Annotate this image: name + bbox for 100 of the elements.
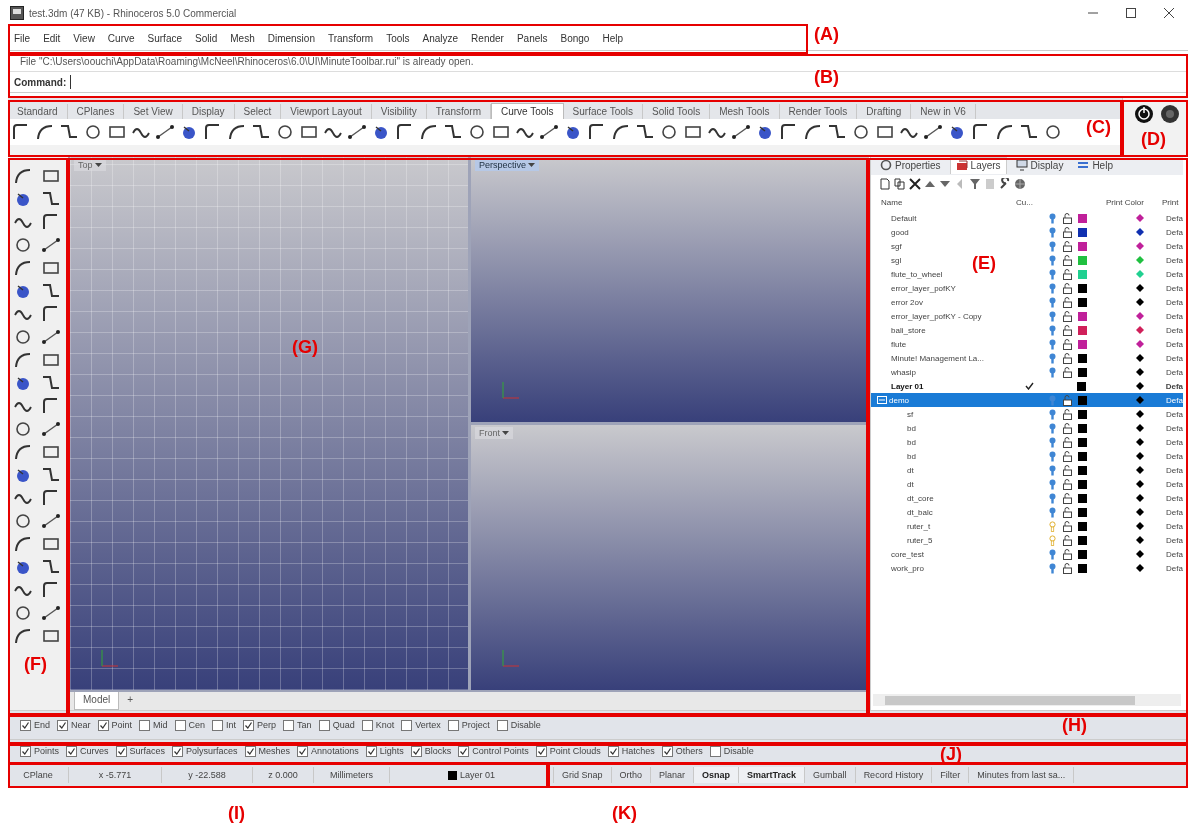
checkbox[interactable]: Disable xyxy=(496,719,541,731)
color-swatch[interactable] xyxy=(1077,367,1087,377)
menu-item[interactable]: Transform xyxy=(327,32,374,44)
color-swatch[interactable] xyxy=(1077,213,1087,223)
status-button[interactable]: Minutes from last sa... xyxy=(969,767,1075,783)
layer-name[interactable]: Minute! Management La... xyxy=(891,353,984,363)
layer-name[interactable]: bd xyxy=(907,451,916,461)
layer-name[interactable]: bd xyxy=(907,437,916,447)
lightbulb-icon[interactable] xyxy=(1048,282,1056,294)
status-button[interactable]: Ortho xyxy=(611,767,652,783)
checkbox[interactable]: Mid xyxy=(139,719,168,731)
selected-layer-row[interactable]: demo Defa xyxy=(871,393,1183,407)
padlock-icon[interactable] xyxy=(1062,296,1072,308)
padlock-icon[interactable] xyxy=(1062,450,1072,462)
padlock-icon[interactable] xyxy=(1062,394,1072,406)
menu-item[interactable]: Render xyxy=(471,32,504,44)
layer-name[interactable]: sgl xyxy=(891,255,902,265)
menu-item[interactable]: Edit xyxy=(43,32,61,44)
lightbulb-icon[interactable] xyxy=(1048,562,1056,574)
layer-name[interactable]: error 2ov xyxy=(891,297,923,307)
color-swatch[interactable] xyxy=(1077,381,1087,391)
viewport-title[interactable]: Front xyxy=(475,427,513,439)
padlock-icon[interactable] xyxy=(1062,436,1072,448)
padlock-icon[interactable] xyxy=(1062,464,1072,476)
padlock-icon[interactable] xyxy=(1062,422,1072,434)
menu-item[interactable]: Panels xyxy=(516,32,548,44)
globe-icon[interactable] xyxy=(1014,178,1026,190)
color-swatch[interactable] xyxy=(1077,507,1087,517)
column-header[interactable]: Print xyxy=(1162,197,1179,207)
color-swatch[interactable] xyxy=(1077,451,1087,461)
checkbox[interactable]: Surfaces xyxy=(115,745,166,757)
status-button[interactable]: Grid Snap xyxy=(554,767,612,783)
viewport[interactable]: Front xyxy=(471,425,869,690)
menu-item[interactable]: View xyxy=(73,32,95,44)
layer-name[interactable]: whasip xyxy=(891,367,916,377)
menu-item[interactable]: Mesh xyxy=(230,32,255,44)
model-tab[interactable]: Model xyxy=(74,692,120,710)
menu-item[interactable]: Curve xyxy=(107,32,135,44)
close-icon[interactable] xyxy=(1164,8,1174,18)
color-swatch[interactable] xyxy=(1077,437,1087,447)
copy-icon[interactable] xyxy=(894,178,906,190)
layer-name[interactable]: error_layer_pofKY - Copy xyxy=(891,311,982,321)
checkbox[interactable]: Project xyxy=(447,719,490,731)
lightbulb-icon[interactable] xyxy=(1048,310,1056,322)
color-swatch[interactable] xyxy=(1077,325,1087,335)
layer-name[interactable]: bali_store xyxy=(891,325,926,335)
lightbulb-icon[interactable] xyxy=(1048,548,1056,560)
padlock-icon[interactable] xyxy=(1062,282,1072,294)
padlock-icon[interactable] xyxy=(1062,366,1072,378)
layer-name[interactable]: work_pro xyxy=(891,563,924,573)
padlock-icon[interactable] xyxy=(1062,226,1072,238)
checkbox[interactable]: Point xyxy=(97,719,133,731)
lightbulb-icon[interactable] xyxy=(1048,506,1056,518)
panel-tab[interactable]: Help xyxy=(1072,157,1118,173)
layer-name[interactable]: dt xyxy=(907,465,914,475)
layer-name[interactable]: dt xyxy=(907,479,914,489)
lightbulb-icon[interactable] xyxy=(1048,352,1056,364)
checkbox[interactable]: End xyxy=(20,719,50,731)
padlock-icon[interactable] xyxy=(1062,562,1072,574)
horizontal-scrollbar[interactable] xyxy=(873,694,1181,706)
viewport[interactable]: Perspective xyxy=(471,157,869,422)
menu-item[interactable]: Surface xyxy=(147,32,182,44)
viewport-title[interactable]: Top xyxy=(74,159,106,171)
checkbox[interactable]: Hatches xyxy=(607,745,655,757)
lightbulb-icon[interactable] xyxy=(1048,464,1056,476)
lightbulb-icon[interactable] xyxy=(1048,436,1056,448)
padlock-icon[interactable] xyxy=(1062,240,1072,252)
checkbox[interactable]: Others xyxy=(661,745,703,757)
padlock-icon[interactable] xyxy=(1062,534,1072,546)
lightbulb-icon[interactable] xyxy=(1048,450,1056,462)
color-swatch[interactable] xyxy=(1077,409,1087,419)
menu-item[interactable]: Help xyxy=(602,32,623,44)
checkbox[interactable]: Points xyxy=(20,745,59,757)
padlock-icon[interactable] xyxy=(1062,408,1072,420)
filter-icon[interactable] xyxy=(969,178,981,190)
color-swatch[interactable] xyxy=(1077,479,1087,489)
layer-name[interactable]: error_layer_pofKY xyxy=(891,283,956,293)
checkbox[interactable]: Vertex xyxy=(401,719,441,731)
lightbulb-icon[interactable] xyxy=(1048,492,1056,504)
column-header[interactable]: Print Color xyxy=(1106,197,1162,207)
color-swatch[interactable] xyxy=(1077,563,1087,573)
padlock-icon[interactable] xyxy=(1062,310,1072,322)
menu-item[interactable]: Dimension xyxy=(267,32,315,44)
layer-name[interactable]: dt_core xyxy=(907,493,934,503)
checkbox[interactable]: Point Clouds xyxy=(535,745,601,757)
disc-icon[interactable] xyxy=(1159,103,1181,125)
color-swatch[interactable] xyxy=(1077,241,1087,251)
power-icon[interactable] xyxy=(1133,103,1155,125)
padlock-icon[interactable] xyxy=(1062,254,1072,266)
lightbulb-icon[interactable] xyxy=(1048,478,1056,490)
panel-tab[interactable]: Display xyxy=(1010,157,1069,173)
layer-name[interactable]: Layer 01 xyxy=(891,381,924,391)
checkbox[interactable]: Near xyxy=(57,719,91,731)
padlock-icon[interactable] xyxy=(1062,212,1072,224)
padlock-icon[interactable] xyxy=(1062,548,1072,560)
delete-icon[interactable] xyxy=(909,178,921,190)
layer-name[interactable]: ruter_5 xyxy=(907,535,933,545)
lightbulb-icon[interactable] xyxy=(1048,226,1056,238)
lightbulb-icon[interactable] xyxy=(1048,254,1056,266)
lightbulb-icon[interactable] xyxy=(1048,408,1056,420)
